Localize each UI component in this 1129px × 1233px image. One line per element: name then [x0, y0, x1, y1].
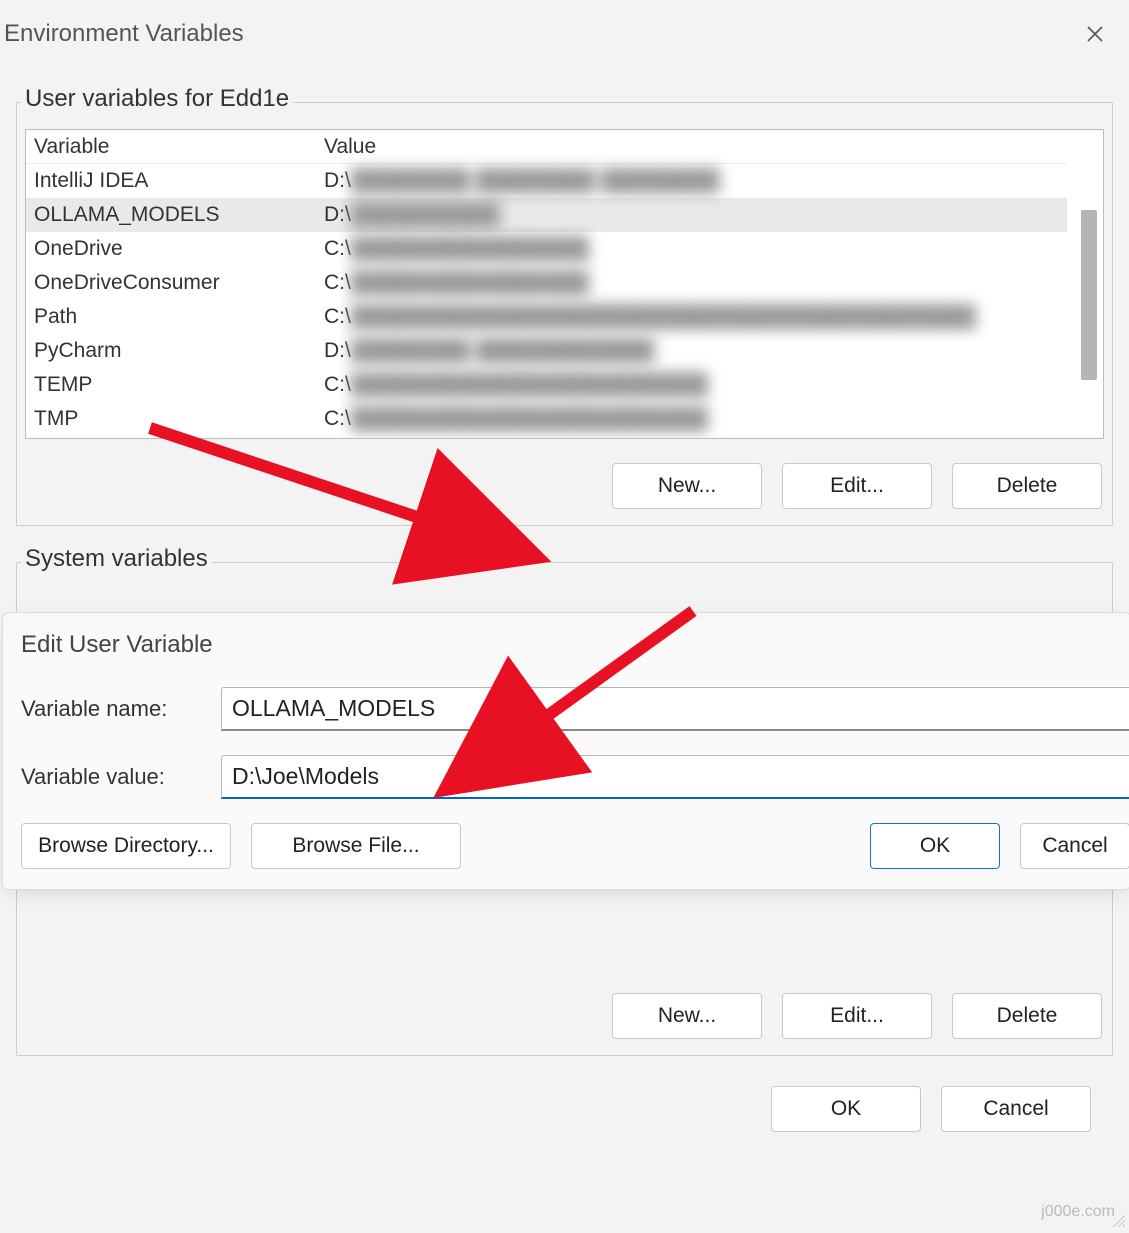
- outer-button-row: OK Cancel: [16, 1086, 1091, 1132]
- edit-user-variable-dialog: Edit User Variable Variable name: Variab…: [2, 612, 1129, 890]
- table-row[interactable]: OLLAMA_MODELSD:\██████████: [26, 198, 1067, 232]
- table-row[interactable]: PathC:\█████████████████████████████████…: [26, 300, 1067, 334]
- var-value-cell: C:\████████████████████████: [324, 407, 1067, 431]
- var-name-cell: OneDrive: [34, 237, 324, 261]
- titlebar: Environment Variables: [0, 0, 1129, 68]
- resize-grip-icon[interactable]: [1111, 1209, 1125, 1223]
- variable-value-field[interactable]: [221, 755, 1129, 799]
- var-value-cell: D:\████████ ████████ ████████: [324, 169, 1067, 193]
- table-row[interactable]: OneDriveC:\████████████████: [26, 232, 1067, 266]
- table-row[interactable]: TEMPC:\████████████████████████: [26, 368, 1067, 402]
- user-vars-button-row: New... Edit... Delete: [25, 463, 1104, 509]
- var-value-cell: C:\█████████████████████████████████████…: [324, 305, 1067, 329]
- table-row[interactable]: TMPC:\████████████████████████: [26, 402, 1067, 436]
- system-edit-button[interactable]: Edit...: [782, 993, 932, 1039]
- var-name-cell: IntelliJ IDEA: [34, 169, 324, 193]
- variable-name-row: Variable name:: [21, 687, 1129, 731]
- var-name-cell: OLLAMA_MODELS: [34, 203, 324, 227]
- var-value-cell: C:\████████████████: [324, 271, 1067, 295]
- edit-button[interactable]: Edit...: [782, 463, 932, 509]
- header-variable[interactable]: Variable: [34, 135, 324, 159]
- var-name-cell: Path: [34, 305, 324, 329]
- dialog-ok-button[interactable]: OK: [870, 823, 1000, 869]
- header-value[interactable]: Value: [324, 135, 1067, 159]
- close-icon[interactable]: [1073, 12, 1117, 56]
- outer-cancel-button[interactable]: Cancel: [941, 1086, 1091, 1132]
- browse-directory-button[interactable]: Browse Directory...: [21, 823, 231, 869]
- variable-value-label: Variable value:: [21, 764, 221, 790]
- system-variables-label: System variables: [21, 545, 212, 573]
- var-name-cell: TMP: [34, 407, 324, 431]
- variable-name-field[interactable]: [221, 687, 1129, 731]
- var-name-cell: OneDriveConsumer: [34, 271, 324, 295]
- system-delete-button[interactable]: Delete: [952, 993, 1102, 1039]
- window-title: Environment Variables: [4, 20, 244, 48]
- dialog-title: Edit User Variable: [21, 631, 1129, 659]
- new-button[interactable]: New...: [612, 463, 762, 509]
- user-variables-group: User variables for Edd1e Variable Value …: [16, 102, 1113, 526]
- system-vars-button-row: New... Edit... Delete: [25, 993, 1104, 1039]
- delete-button[interactable]: Delete: [952, 463, 1102, 509]
- var-value-cell: C:\████████████████████████: [324, 373, 1067, 397]
- scrollbar-thumb[interactable]: [1081, 210, 1097, 380]
- var-value-cell: C:\████████████████: [324, 237, 1067, 261]
- dialog-cancel-button[interactable]: Cancel: [1020, 823, 1129, 869]
- variable-value-row: Variable value:: [21, 755, 1129, 799]
- table-row[interactable]: IntelliJ IDEAD:\████████ ████████ ██████…: [26, 164, 1067, 198]
- var-value-cell: D:\████████ ████████████: [324, 339, 1067, 363]
- user-variables-label: User variables for Edd1e: [21, 85, 293, 113]
- variable-name-label: Variable name:: [21, 696, 221, 722]
- watermark: j000e.com: [1041, 1203, 1115, 1221]
- var-value-cell: D:\██████████: [324, 203, 1067, 227]
- system-new-button[interactable]: New...: [612, 993, 762, 1039]
- dialog-button-row: Browse Directory... Browse File... OK Ca…: [21, 823, 1129, 869]
- table-row[interactable]: OneDriveConsumerC:\████████████████: [26, 266, 1067, 300]
- browse-file-button[interactable]: Browse File...: [251, 823, 461, 869]
- var-name-cell: PyCharm: [34, 339, 324, 363]
- main-area: User variables for Edd1e Variable Value …: [0, 68, 1129, 1148]
- var-name-cell: TEMP: [34, 373, 324, 397]
- list-header: Variable Value: [26, 130, 1067, 164]
- outer-ok-button[interactable]: OK: [771, 1086, 921, 1132]
- table-row[interactable]: PyCharmD:\████████ ████████████: [26, 334, 1067, 368]
- user-variables-list[interactable]: Variable Value IntelliJ IDEAD:\████████ …: [25, 129, 1104, 439]
